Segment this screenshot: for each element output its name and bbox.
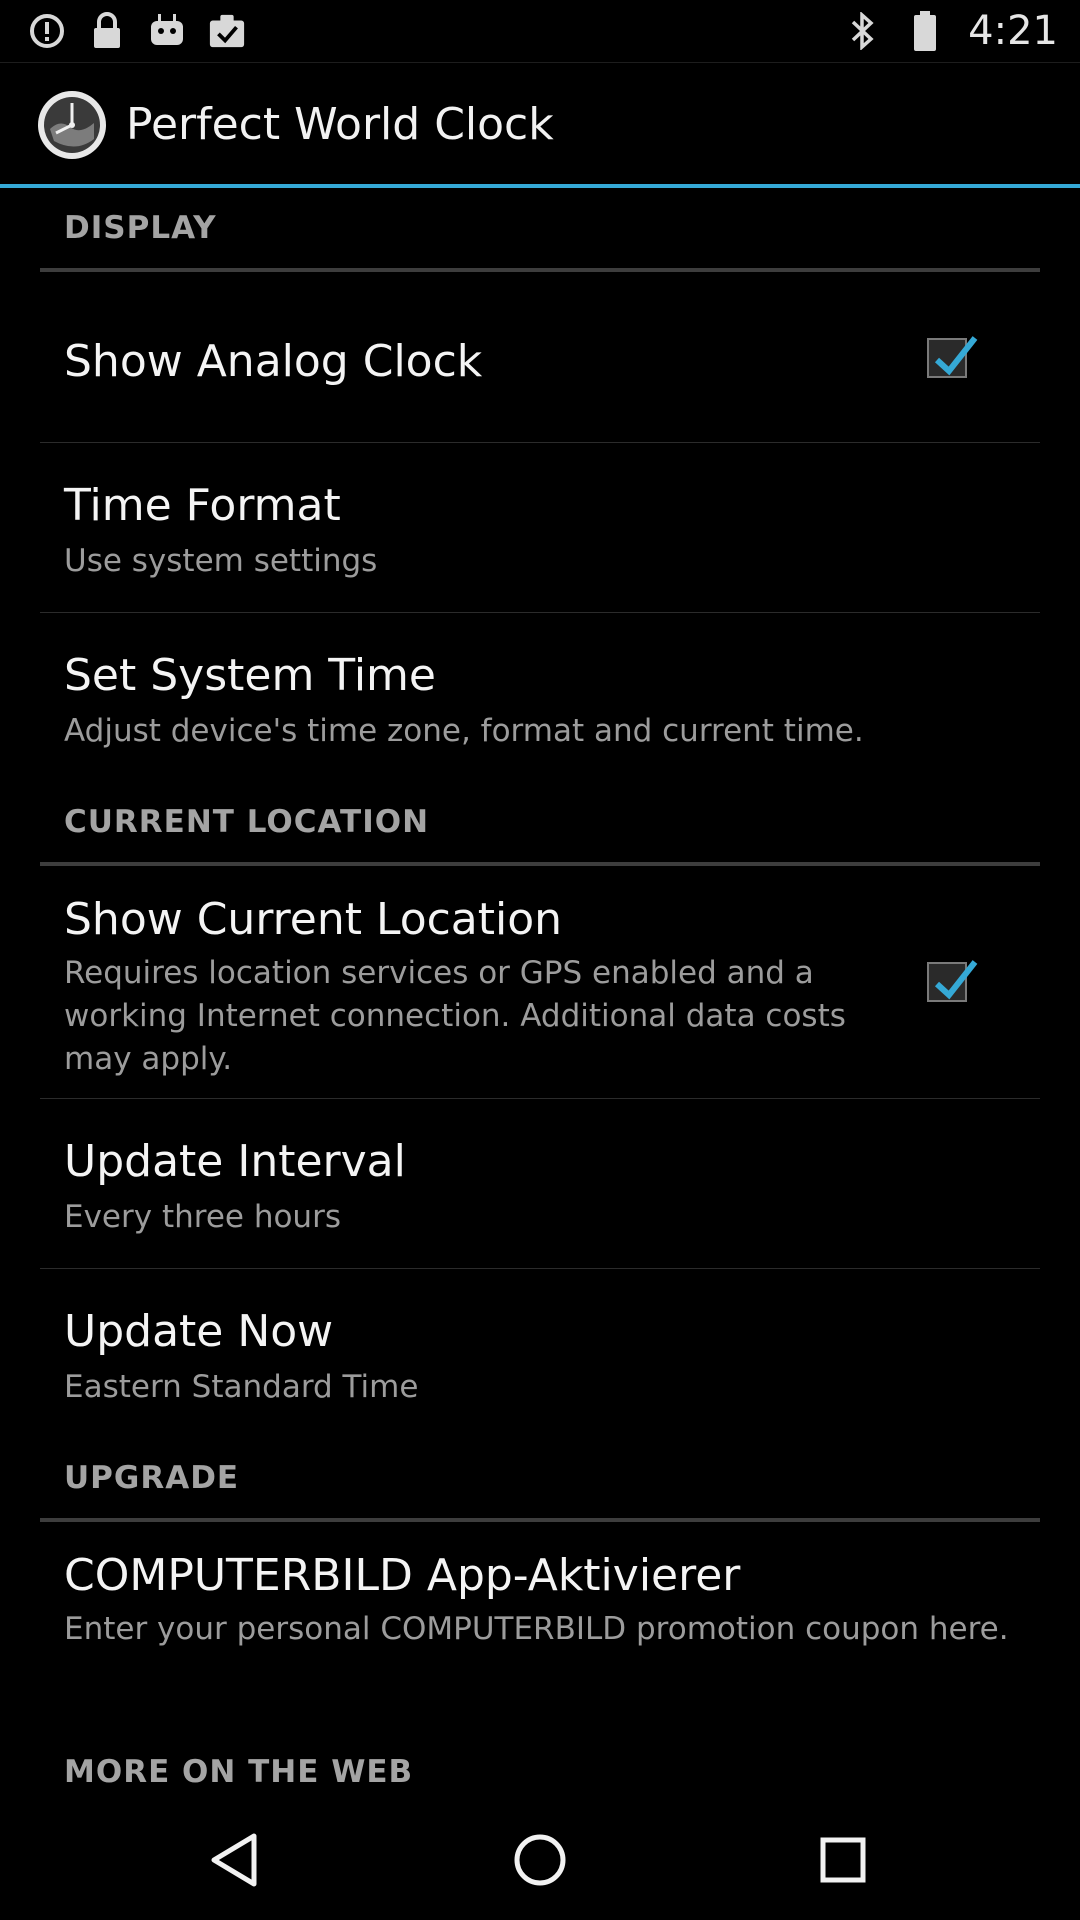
section-header-current-location: CURRENT LOCATION <box>64 804 430 840</box>
section-rule <box>40 268 1040 272</box>
pref-title: Show Current Location <box>64 894 563 945</box>
show-current-location-checkbox[interactable] <box>927 960 978 1002</box>
pref-title: Set System Time <box>64 650 436 701</box>
pref-summary: Use system settings <box>64 543 378 579</box>
clipboard-check-icon <box>208 12 246 50</box>
preferences-list[interactable]: DISPLAY Show Analog Clock Time Format Us… <box>0 188 1080 1798</box>
battery-icon <box>906 11 944 51</box>
pref-title: Time Format <box>64 480 341 531</box>
divider <box>40 1098 1040 1099</box>
pref-title: COMPUTERBILD App-Aktivierer <box>64 1550 741 1601</box>
pref-title: Update Interval <box>64 1136 406 1187</box>
alert-circle-icon <box>28 12 66 50</box>
section-rule <box>40 862 1040 866</box>
world-clock-icon[interactable] <box>36 89 108 161</box>
app-title: Perfect World Clock <box>126 99 554 150</box>
checkmark-icon <box>934 960 978 1000</box>
pref-summary: Requires location services or GPS enable… <box>64 955 846 1077</box>
bluetooth-icon <box>844 12 882 50</box>
section-rule <box>40 1518 1040 1522</box>
action-bar: Perfect World Clock <box>0 62 1080 185</box>
divider <box>40 612 1040 613</box>
pref-summary: Every three hours <box>64 1199 341 1235</box>
divider <box>40 442 1040 443</box>
section-header-display: DISPLAY <box>64 210 217 246</box>
android-robot-icon <box>148 12 186 50</box>
checkmark-icon <box>934 336 978 376</box>
status-bar: 4:21 <box>0 0 1080 62</box>
pref-summary: Eastern Standard Time <box>64 1369 419 1405</box>
pref-summary: Adjust device's time zone, format and cu… <box>64 713 864 749</box>
lock-icon <box>88 12 126 50</box>
pref-title: Update Now <box>64 1306 334 1357</box>
show-analog-clock-checkbox[interactable] <box>927 336 978 378</box>
navigation-bar <box>0 1798 1080 1920</box>
status-time: 4:21 <box>968 8 1058 54</box>
home-circle-icon[interactable] <box>500 1820 580 1900</box>
pref-title: Show Analog Clock <box>64 336 483 387</box>
recents-square-icon[interactable] <box>803 1820 883 1900</box>
back-triangle-icon[interactable] <box>196 1820 276 1900</box>
pref-summary: Enter your personal COMPUTERBILD promoti… <box>64 1611 1009 1647</box>
divider <box>40 1268 1040 1269</box>
section-header-more-on-the-web: MORE ON THE WEB <box>64 1754 414 1790</box>
section-header-upgrade: UPGRADE <box>64 1460 240 1496</box>
